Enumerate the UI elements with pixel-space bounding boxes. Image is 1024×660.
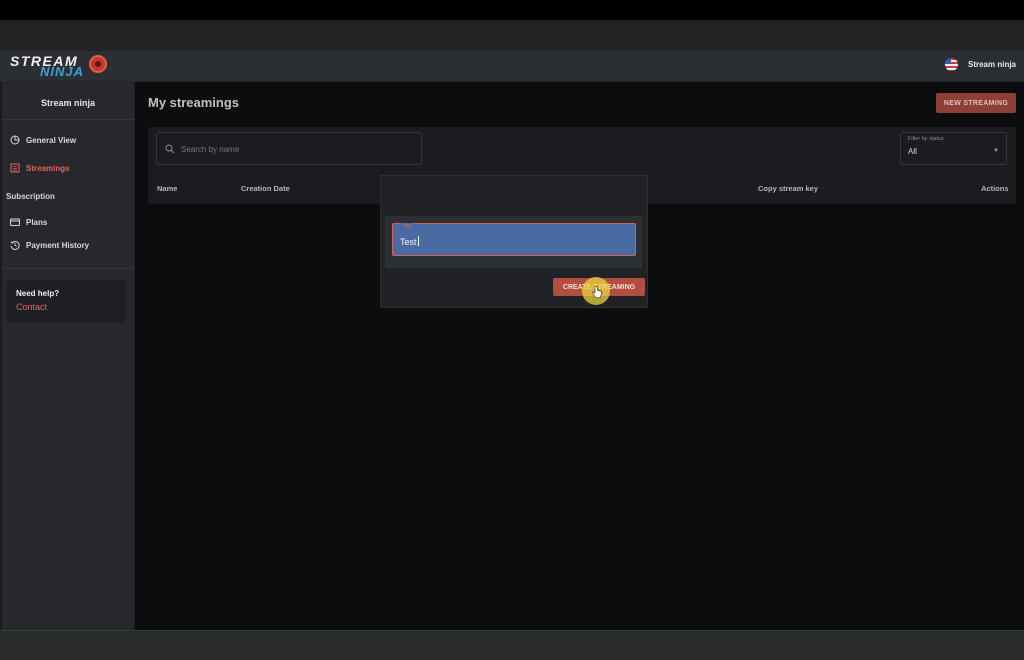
video-top-bar: [0, 0, 1024, 20]
search-field[interactable]: [156, 132, 422, 166]
status-filter-select[interactable]: Filter by status All ▼: [900, 132, 1007, 165]
list-icon: [10, 163, 20, 173]
sidebar-item-payment-history[interactable]: Payment History: [10, 240, 89, 250]
help-title: Need help?: [16, 289, 60, 298]
title-input-value[interactable]: Test: [400, 236, 419, 247]
sidebar: Stream ninja General View Streamings Sub…: [2, 82, 135, 630]
title-input-text: Test: [400, 237, 417, 247]
sidebar-item-streamings[interactable]: Streamings: [10, 163, 70, 173]
sidebar-item-label: Plans: [26, 217, 48, 227]
column-header-copy-stream-key: Copy stream key: [758, 184, 819, 193]
filter-value: All: [908, 147, 917, 156]
sidebar-item-label: General View: [26, 135, 77, 145]
browser-band: [0, 20, 1024, 51]
title-field-container: Title Test: [385, 216, 642, 268]
header-user-menu[interactable]: Stream ninja: [944, 58, 1016, 71]
title-input-label: Title: [401, 223, 414, 228]
app-header: STREAM NINJA Stream ninja: [0, 51, 1024, 82]
text-caret: [417, 236, 419, 246]
column-header-creation-date[interactable]: Creation Date: [241, 184, 290, 193]
sidebar-item-label: Payment History: [26, 240, 90, 250]
header-user-name[interactable]: Stream ninja: [968, 60, 1016, 69]
main-content: My streamings NEW STREAMING Filter by st…: [135, 82, 1024, 630]
column-header-actions: Actions: [981, 184, 1009, 193]
sidebar-divider: [2, 268, 134, 269]
title-input[interactable]: Title Test: [392, 223, 636, 256]
stream-ninja-logo[interactable]: STREAM NINJA: [10, 53, 110, 79]
credit-card-icon: [10, 218, 20, 226]
search-icon: [165, 144, 175, 154]
video-bottom-bar: [0, 630, 1024, 660]
column-header-name[interactable]: Name: [157, 184, 177, 193]
logo-emblem-icon: [89, 55, 107, 73]
filter-label: Filter by status: [908, 136, 944, 142]
page-title: My streamings: [148, 95, 240, 110]
contact-link[interactable]: Contact: [16, 302, 47, 312]
pie-chart-icon: [10, 135, 20, 145]
hand-cursor-icon: [592, 286, 602, 298]
history-icon: [10, 240, 20, 250]
sidebar-item-plans[interactable]: Plans: [10, 217, 47, 227]
sidebar-item-general-view[interactable]: General View: [10, 135, 76, 145]
sidebar-title: Stream ninja: [2, 82, 134, 120]
us-flag-icon[interactable]: [944, 58, 958, 71]
chevron-down-icon: ▼: [993, 148, 999, 154]
help-box: Need help? Contact: [7, 280, 126, 323]
search-input[interactable]: [179, 133, 413, 166]
sidebar-item-label: Streamings: [26, 163, 70, 173]
new-streaming-button[interactable]: NEW STREAMING: [936, 93, 1016, 113]
sidebar-section-subscription: Subscription: [6, 192, 55, 201]
logo-text-ninja: NINJA: [40, 64, 85, 79]
